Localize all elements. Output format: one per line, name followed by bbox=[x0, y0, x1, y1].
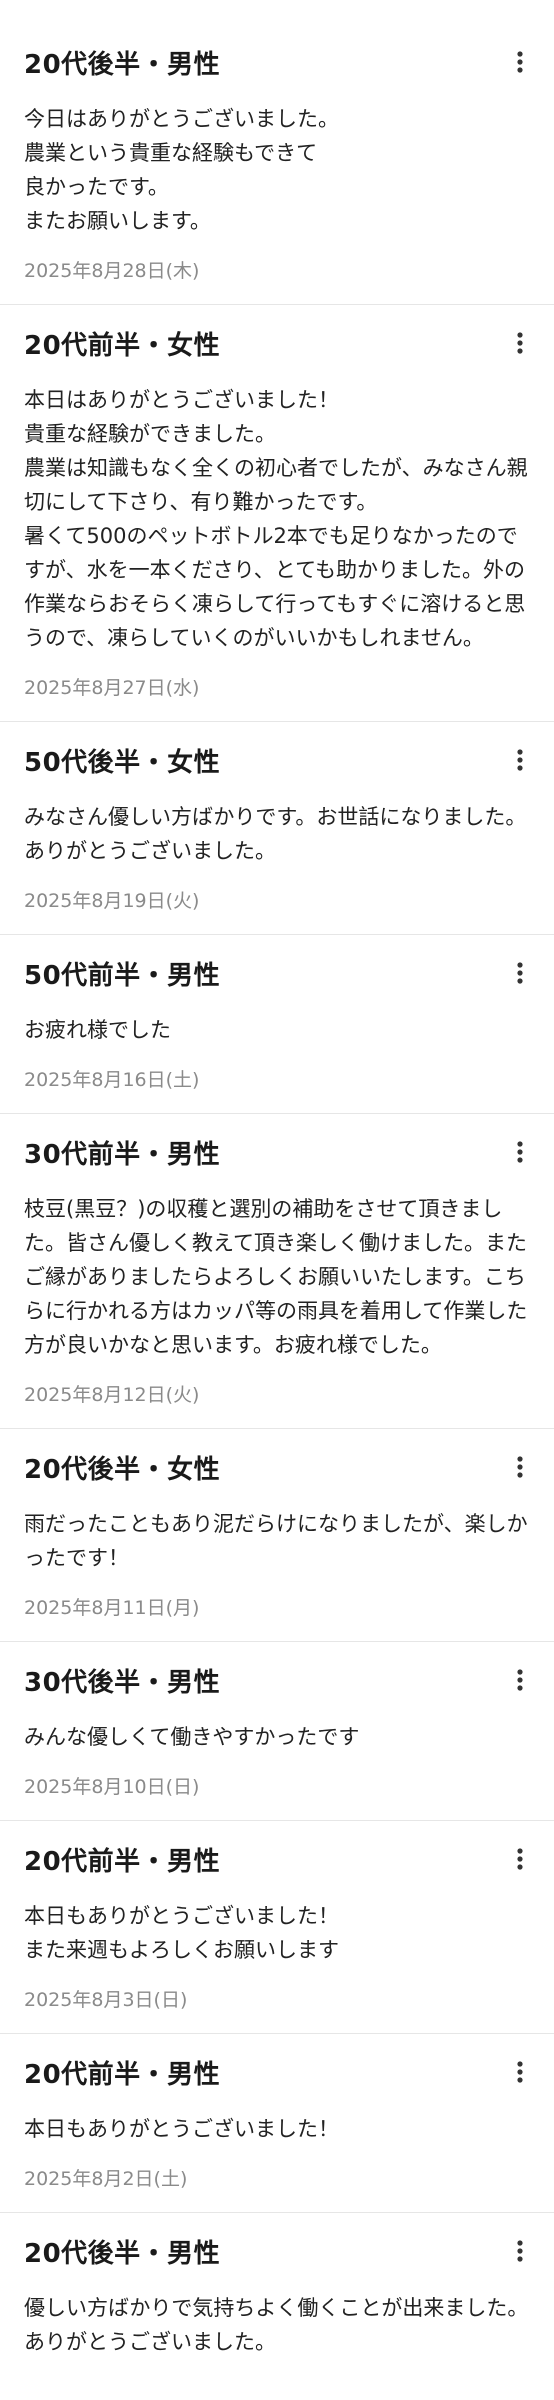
more-vert-icon bbox=[517, 1848, 523, 1870]
more-options-button[interactable] bbox=[504, 1451, 536, 1483]
review-item: 30代前半・男性 枝豆(黒豆？)の収穫と選別の補助をさせて頂きました。皆さん優し… bbox=[0, 1114, 554, 1429]
review-text: 枝豆(黒豆？)の収穫と選別の補助をさせて頂きました。皆さん優しく教えて頂き楽しく… bbox=[24, 1197, 528, 1357]
more-options-button[interactable] bbox=[504, 2056, 536, 2088]
review-text: 本日はありがとうございました！ 貴重な経験ができました。 農業は知識もなく全くの… bbox=[24, 388, 528, 650]
more-vert-icon bbox=[517, 1669, 523, 1691]
review-date: 2025年8月16日(土) bbox=[24, 1069, 200, 1091]
reviewer-profile: 20代前半・男性 bbox=[24, 2059, 221, 2090]
review-date: 2025年8月10日(日) bbox=[24, 1776, 200, 1798]
more-options-button[interactable] bbox=[504, 1136, 536, 1168]
review-text: お疲れ様でした bbox=[24, 1018, 171, 1042]
review-list: 20代後半・男性 今日はありがとうございました。 農業という貴重な経験もできて … bbox=[0, 0, 554, 2377]
reviewer-profile: 20代後半・男性 bbox=[24, 2238, 221, 2269]
more-options-button[interactable] bbox=[504, 744, 536, 776]
reviewer-profile: 50代前半・男性 bbox=[24, 960, 221, 991]
review-header: 30代後半・男性 bbox=[24, 1660, 530, 1700]
review-item: 20代前半・男性 本日もありがとうございました！ 2025年8月2日(土) bbox=[0, 2034, 554, 2213]
review-item: 50代前半・男性 お疲れ様でした 2025年8月16日(土) bbox=[0, 935, 554, 1114]
review-text: みなさん優しい方ばかりです。お世話になりました。ありがとうございました。 bbox=[24, 805, 527, 863]
more-options-button[interactable] bbox=[504, 327, 536, 359]
more-vert-icon bbox=[517, 2061, 523, 2083]
review-header: 50代後半・女性 bbox=[24, 740, 530, 780]
review-date: 2025年8月3日(日) bbox=[24, 1989, 188, 2011]
more-vert-icon bbox=[517, 1141, 523, 1163]
review-header: 50代前半・男性 bbox=[24, 953, 530, 993]
more-vert-icon bbox=[517, 51, 523, 73]
review-item: 20代前半・男性 本日もありがとうございました！ また来週もよろしくお願いします… bbox=[0, 1821, 554, 2034]
review-header: 20代後半・男性 bbox=[24, 42, 530, 82]
reviewer-profile: 20代前半・女性 bbox=[24, 330, 221, 361]
more-vert-icon bbox=[517, 2240, 523, 2262]
review-date: 2025年8月28日(木) bbox=[24, 260, 200, 282]
review-text: 優しい方ばかりで気持ちよく働くことが出来ました。 ありがとうございました。 bbox=[24, 2296, 529, 2354]
review-item: 20代前半・女性 本日はありがとうございました！ 貴重な経験ができました。 農業… bbox=[0, 305, 554, 722]
review-text: 本日もありがとうございました！ bbox=[24, 2117, 339, 2141]
review-date: 2025年8月11日(月) bbox=[24, 1597, 200, 1619]
more-vert-icon bbox=[517, 962, 523, 984]
more-options-button[interactable] bbox=[504, 1843, 536, 1875]
review-text: 本日もありがとうございました！ また来週もよろしくお願いします bbox=[24, 1904, 339, 1962]
review-header: 30代前半・男性 bbox=[24, 1132, 530, 1172]
review-text: 今日はありがとうございました。 農業という貴重な経験もできて 良かったです。 ま… bbox=[24, 107, 339, 233]
more-vert-icon bbox=[517, 332, 523, 354]
reviewer-profile: 30代後半・男性 bbox=[24, 1667, 221, 1698]
reviewer-profile: 30代前半・男性 bbox=[24, 1139, 221, 1170]
review-item: 30代後半・男性 みんな優しくて働きやすかったです 2025年8月10日(日) bbox=[0, 1642, 554, 1821]
more-vert-icon bbox=[517, 1456, 523, 1478]
review-header: 20代後半・女性 bbox=[24, 1447, 530, 1487]
more-vert-icon bbox=[517, 749, 523, 771]
review-header: 20代前半・男性 bbox=[24, 1839, 530, 1879]
review-item: 20代後半・男性 優しい方ばかりで気持ちよく働くことが出来ました。 ありがとうご… bbox=[0, 2213, 554, 2377]
review-item: 50代後半・女性 みなさん優しい方ばかりです。お世話になりました。ありがとうござ… bbox=[0, 722, 554, 935]
more-options-button[interactable] bbox=[504, 46, 536, 78]
review-date: 2025年8月27日(水) bbox=[24, 677, 200, 699]
reviewer-profile: 50代後半・女性 bbox=[24, 747, 221, 778]
review-item: 20代後半・男性 今日はありがとうございました。 農業という貴重な経験もできて … bbox=[0, 24, 554, 305]
review-date: 2025年8月2日(土) bbox=[24, 2168, 188, 2190]
review-item: 20代後半・女性 雨だったこともあり泥だらけになりましたが、楽しかったです！ 2… bbox=[0, 1429, 554, 1642]
reviewer-profile: 20代前半・男性 bbox=[24, 1846, 221, 1877]
review-header: 20代前半・男性 bbox=[24, 2052, 530, 2092]
more-options-button[interactable] bbox=[504, 1664, 536, 1696]
review-date: 2025年8月19日(火) bbox=[24, 890, 200, 912]
reviewer-profile: 20代後半・男性 bbox=[24, 49, 221, 80]
review-header: 20代後半・男性 bbox=[24, 2231, 530, 2271]
more-options-button[interactable] bbox=[504, 2235, 536, 2267]
reviewer-profile: 20代後半・女性 bbox=[24, 1454, 221, 1485]
review-text: みんな優しくて働きやすかったです bbox=[24, 1725, 360, 1749]
review-text: 雨だったこともあり泥だらけになりましたが、楽しかったです！ bbox=[24, 1512, 528, 1570]
review-header: 20代前半・女性 bbox=[24, 323, 530, 363]
more-options-button[interactable] bbox=[504, 957, 536, 989]
review-date: 2025年8月12日(火) bbox=[24, 1384, 200, 1406]
